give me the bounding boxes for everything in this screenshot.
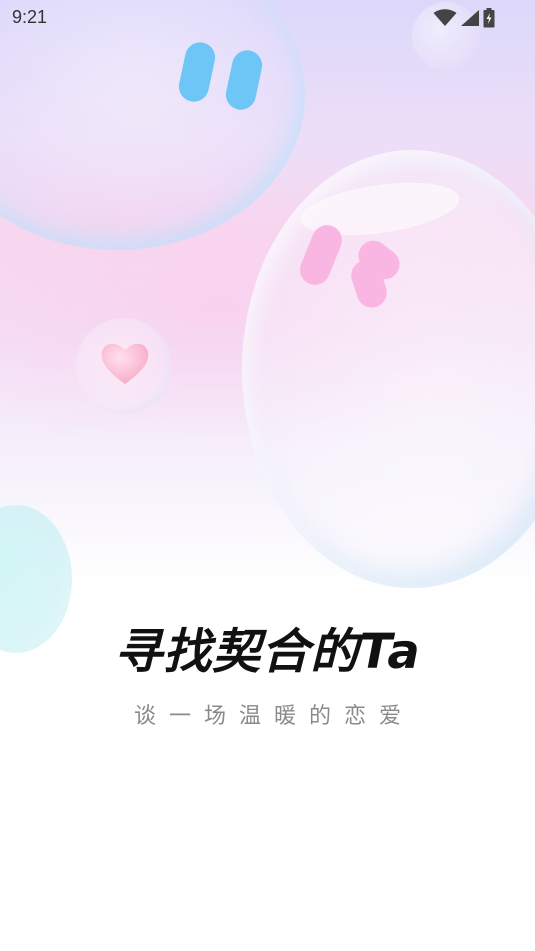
splash-screen: 9:21 寻找契合的Ta 谈一场温暖的恋爱 <box>0 0 535 951</box>
tagline: 谈一场温暖的恋爱 <box>133 704 414 729</box>
status-bar: 9:21 <box>0 0 535 36</box>
headline: 寻找契合的Ta <box>114 624 421 680</box>
heart-icon <box>101 343 149 384</box>
cellular-signal-icon <box>461 10 479 26</box>
status-icons <box>433 8 495 28</box>
quote-mark-icon <box>300 225 400 308</box>
quote-mark-icon <box>178 42 263 110</box>
battery-charging-icon <box>483 8 495 28</box>
wifi-icon <box>433 9 457 26</box>
status-time: 9:21 <box>12 7 48 27</box>
